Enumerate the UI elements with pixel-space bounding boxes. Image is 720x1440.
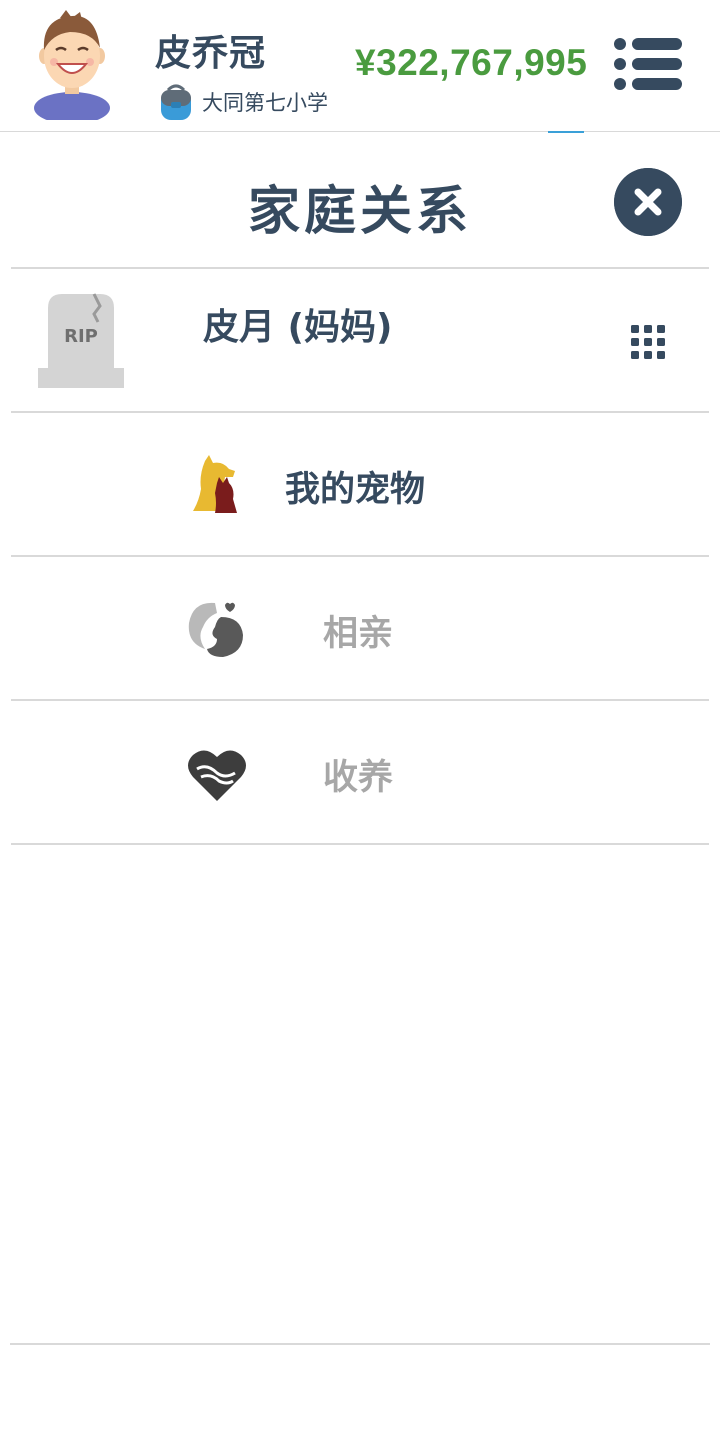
menu-list-icon[interactable] bbox=[612, 36, 684, 92]
menu-item-matchmaking[interactable]: 相亲 bbox=[11, 557, 709, 699]
pets-icon bbox=[193, 455, 237, 513]
school-bag-icon bbox=[161, 84, 191, 120]
relative-row-mother[interactable]: RIP 皮月 (妈妈) bbox=[11, 270, 709, 411]
couple-icon bbox=[188, 602, 243, 657]
menu-item-adoption[interactable]: 收养 bbox=[11, 701, 709, 843]
divider bbox=[11, 843, 709, 845]
avatar[interactable] bbox=[30, 10, 114, 120]
menu-item-label: 收养 bbox=[323, 758, 394, 798]
menu-item-label: 相亲 bbox=[323, 614, 394, 654]
page-title-bar: 家庭关系 bbox=[0, 133, 720, 268]
grid-menu-icon[interactable] bbox=[631, 325, 665, 359]
relative-name: 皮月 (妈妈) bbox=[203, 307, 393, 348]
tombstone-label: RIP bbox=[64, 326, 98, 347]
school-info: 大同第七小学 bbox=[158, 82, 328, 122]
menu-item-my-pets[interactable]: 我的宠物 bbox=[11, 413, 709, 555]
divider bbox=[11, 267, 709, 269]
close-button[interactable] bbox=[614, 168, 682, 236]
user-name: 皮乔冠 bbox=[155, 33, 267, 74]
heart-hands-icon bbox=[188, 750, 246, 801]
page-title: 家庭关系 bbox=[247, 182, 472, 242]
tombstone-icon: RIP bbox=[38, 293, 124, 388]
divider bbox=[10, 1343, 710, 1345]
menu-item-label: 我的宠物 bbox=[285, 470, 426, 510]
money-balance: ¥322,767,995 bbox=[355, 42, 588, 83]
profile-header: 皮乔冠 大同第七小学 ¥322,767,995 bbox=[0, 0, 720, 132]
school-name: 大同第七小学 bbox=[202, 91, 328, 115]
